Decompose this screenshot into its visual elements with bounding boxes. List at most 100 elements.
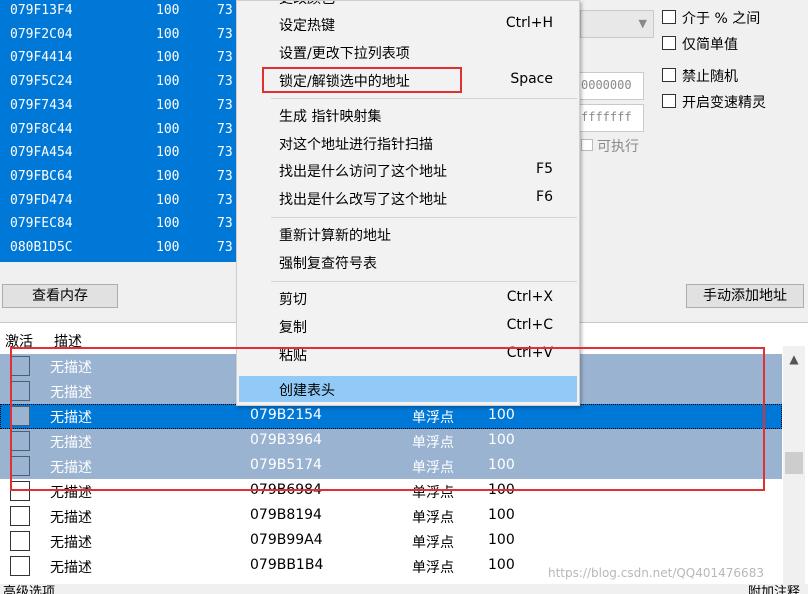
context-menu: 更改颜色设定热键 Ctrl+H 设置/更改下拉列表项锁定/解锁选中的地址 Space 生… (236, 0, 580, 406)
menu-item-copy[interactable]: 复制 Ctrl+C (239, 313, 577, 339)
menu-item-force-recheck-symbols[interactable]: 强制复查符号表 (239, 249, 577, 275)
scan-value: 100 (156, 26, 180, 42)
menu-item-set-hotkey[interactable]: 设定热键 Ctrl+H (239, 11, 577, 37)
table-row[interactable]: 无描述 079B8194 单浮点 100 (0, 504, 782, 529)
menu-item-create-header[interactable]: 创建表头 (239, 376, 577, 402)
view-memory-button[interactable]: 查看内存 (2, 284, 118, 308)
menu-item-label: 找出是什么改写了这个地址 (279, 192, 447, 208)
row-type: 单浮点 (412, 485, 454, 501)
chevron-down-icon: ▼ (638, 17, 647, 30)
scan-value: 100 (156, 192, 180, 208)
scan-result-row[interactable]: 080B1D5C 100 73 (0, 237, 236, 260)
scan-address: 079F13F4 (10, 3, 73, 18)
table-row[interactable]: 无描述 079B6984 单浮点 100 (0, 479, 782, 504)
row-address: 079B99A4 (250, 532, 323, 548)
value-type-dropdown[interactable]: ▼ (580, 10, 654, 38)
scan-result-row[interactable]: 079FA454 100 73 (0, 142, 236, 165)
between-percent-checkbox[interactable] (662, 10, 676, 24)
scan-previous-value: 73 (217, 192, 233, 208)
simple-values-checkbox[interactable] (662, 36, 676, 50)
scan-value: 100 (156, 50, 180, 66)
scan-value: 100 (156, 3, 180, 18)
column-header-description[interactable]: 描述 (54, 331, 82, 351)
row-address: 079B6984 (250, 482, 322, 498)
menu-item-find-what-accesses[interactable]: 找出是什么访问了这个地址 F5 (239, 157, 577, 183)
menu-item-pointer-scan-address[interactable]: 对这个地址进行指针扫描 (239, 130, 577, 156)
scan-address: 079FD474 (10, 192, 73, 208)
active-checkbox[interactable] (10, 356, 30, 376)
row-address: 079B3964 (250, 432, 322, 448)
row-description: 无描述 (50, 385, 92, 401)
menu-item-change-color[interactable]: 更改颜色 (239, 1, 577, 10)
active-checkbox[interactable] (10, 431, 30, 451)
active-checkbox[interactable] (10, 506, 30, 526)
menu-item-cut[interactable]: 剪切 Ctrl+X (239, 285, 577, 311)
table-row[interactable]: 无描述 079B99A4 单浮点 100 (0, 529, 782, 554)
menu-item-label: 重新计算新的地址 (279, 228, 391, 244)
active-checkbox[interactable] (10, 531, 30, 551)
menu-item-shortcut: Ctrl+X (506, 289, 553, 305)
scan-value: 100 (156, 74, 180, 90)
scan-result-row[interactable]: 079FD474 100 73 (0, 190, 236, 213)
table-extras-link[interactable]: 附加注释 (748, 584, 800, 594)
scan-result-row[interactable]: 079F8C44 100 73 (0, 119, 236, 142)
scroll-thumb[interactable] (785, 452, 803, 474)
row-value: 100 (488, 507, 515, 523)
scan-address: 079FA454 (10, 145, 73, 161)
scan-previous-value: 73 (217, 97, 233, 113)
scan-result-row[interactable]: 079FEC84 100 73 (0, 213, 236, 236)
scan-address: 080B1D5C (10, 240, 73, 255)
speedhack-label: 开启变速精灵 (682, 95, 766, 111)
menu-item-shortcut: F6 (536, 189, 553, 205)
menu-item-label: 设定热键 (279, 18, 335, 34)
scan-previous-value: 73 (217, 216, 233, 232)
active-checkbox[interactable] (10, 481, 30, 501)
menu-item-shortcut: Ctrl+V (506, 345, 553, 361)
address-table-scrollbar[interactable]: ▲ (783, 346, 805, 584)
scroll-up-icon[interactable]: ▲ (783, 352, 805, 366)
scan-results-list[interactable]: 079F13F4 100 73 079F2C04 100 73 079F4414 100 73 0… (0, 0, 236, 262)
scan-address: 079F5C24 (10, 74, 73, 90)
row-type: 单浮点 (412, 410, 454, 426)
menu-item-shortcut: Space (510, 71, 553, 87)
menu-item-lock-unlock-selected[interactable]: 锁定/解锁选中的地址 Space (239, 67, 577, 93)
scan-result-row[interactable]: 079F7434 100 73 (0, 95, 236, 118)
add-address-manually-button[interactable]: 手动添加地址 (686, 284, 804, 308)
no-random-checkbox[interactable] (662, 68, 676, 82)
scan-result-row[interactable]: 079F4414 100 73 (0, 47, 236, 70)
table-row[interactable]: 无描述 079B3964 单浮点 100 (0, 429, 782, 454)
advanced-options-link[interactable]: 高级选项 (3, 584, 55, 594)
active-checkbox[interactable] (10, 456, 30, 476)
memory-stop-input[interactable]: fffffff (578, 104, 644, 132)
menu-item-paste[interactable]: 粘贴 Ctrl+V (239, 341, 577, 367)
column-header-active[interactable]: 激活 (5, 331, 33, 351)
menu-item-generate-pointermap[interactable]: 生成 指针映射集 (239, 102, 577, 128)
scan-previous-value: 73 (217, 145, 233, 161)
scan-previous-value: 73 (217, 74, 233, 90)
active-checkbox[interactable] (10, 381, 30, 401)
row-address: 079B5174 (250, 457, 322, 473)
table-row[interactable]: 无描述 079B2154 单浮点 100 (0, 404, 782, 429)
scan-value: 100 (156, 145, 180, 161)
scan-previous-value: 73 (217, 121, 233, 137)
menu-separator (271, 217, 577, 218)
scan-previous-value: 73 (217, 168, 233, 184)
active-checkbox[interactable] (10, 406, 30, 426)
menu-item-recalculate-address[interactable]: 重新计算新的地址 (239, 221, 577, 247)
table-row[interactable]: 无描述 079B5174 单浮点 100 (0, 454, 782, 479)
menu-item-label: 更改颜色 (279, 1, 335, 8)
scan-address: 079F2C04 (10, 26, 73, 42)
scan-address: 079FEC84 (10, 216, 73, 232)
menu-item-set-dropdown-list[interactable]: 设置/更改下拉列表项 (239, 39, 577, 65)
menu-item-find-what-writes[interactable]: 找出是什么改写了这个地址 F6 (239, 185, 577, 211)
speedhack-checkbox[interactable] (662, 94, 676, 108)
scan-result-row[interactable]: 079FBC64 100 73 (0, 166, 236, 189)
scan-result-row[interactable]: 079F2C04 100 73 (0, 24, 236, 47)
scan-result-row[interactable]: 079F13F4 100 73 (0, 0, 236, 23)
scan-result-row[interactable]: 079F5C24 100 73 (0, 71, 236, 94)
active-checkbox[interactable] (10, 556, 30, 576)
row-type: 单浮点 (412, 510, 454, 526)
memory-start-input[interactable]: 0000000 (578, 72, 644, 100)
executable-checkbox[interactable] (581, 139, 593, 151)
simple-values-label: 仅简单值 (682, 37, 738, 53)
